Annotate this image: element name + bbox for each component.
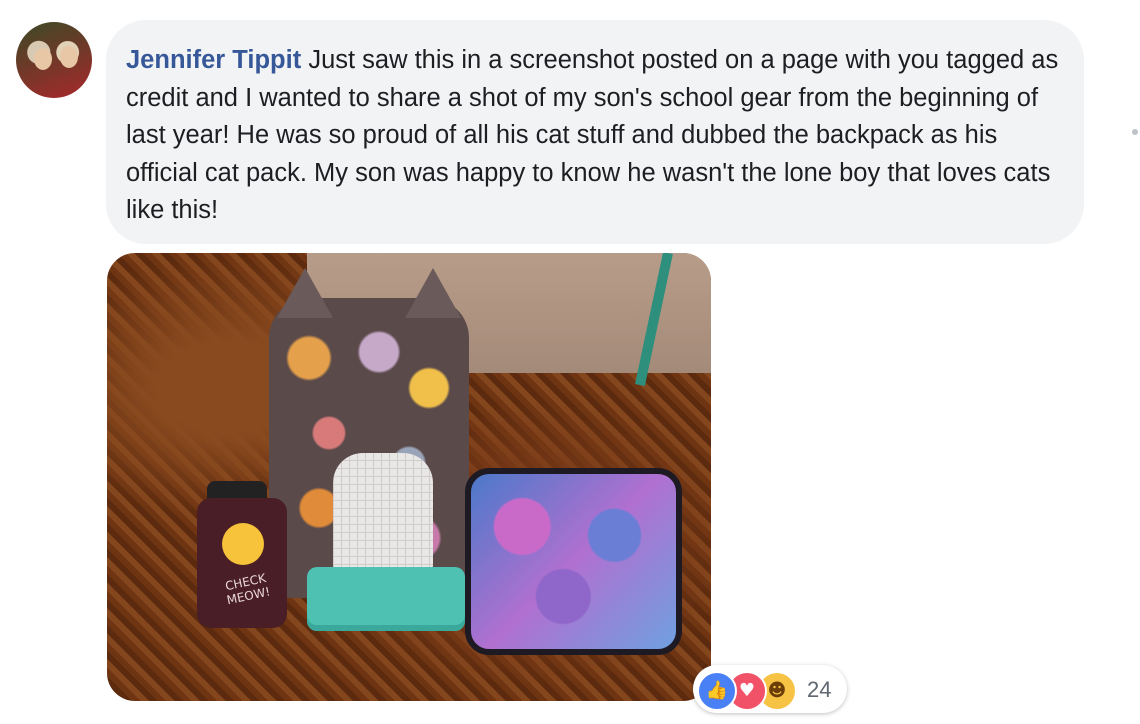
reaction-count: 24	[807, 677, 832, 702]
pencil-case	[307, 567, 465, 631]
comment-options-icon[interactable]	[1132, 129, 1138, 135]
heart-eyes-emoji-icon	[222, 523, 264, 565]
backpack-pocket	[333, 453, 433, 573]
backpack-ear	[277, 268, 333, 318]
commenter-avatar[interactable]	[16, 22, 92, 98]
backpack-ear	[405, 268, 461, 318]
comment-author-link[interactable]: Jennifer Tippit	[126, 46, 301, 74]
reactions-summary[interactable]: 👍 ♥ ☻ 24	[693, 665, 847, 713]
like-icon: 👍	[697, 671, 737, 711]
galaxy-cat-lunchbox	[465, 468, 682, 655]
avatar-face	[34, 48, 52, 70]
comment-body: Jennifer Tippit Just saw this in a scree…	[126, 42, 1071, 230]
avatar-face	[60, 46, 78, 68]
comment-photo[interactable]: CHECK MEOW!	[107, 253, 711, 701]
